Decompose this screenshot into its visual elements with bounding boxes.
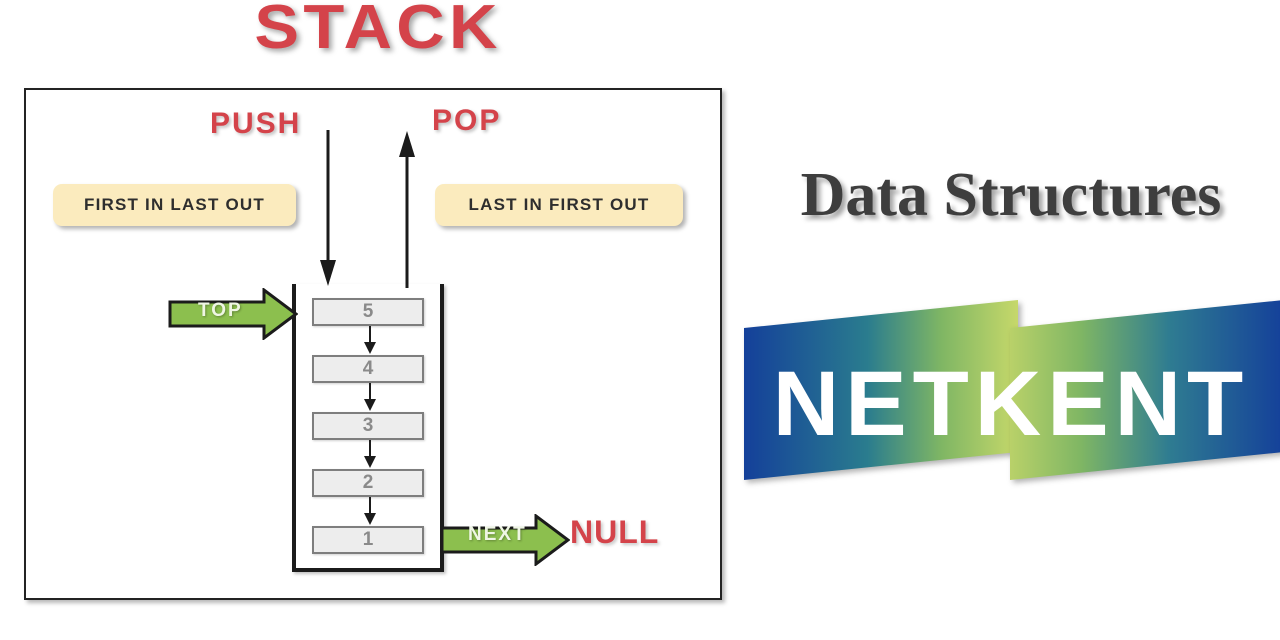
stack-item: 3 [312, 412, 424, 440]
netkent-logo: NETKENT [742, 300, 1280, 510]
stack-connector-arrow-icon [364, 497, 376, 525]
stack-item: 5 [312, 298, 424, 326]
stack-connector-arrow-icon [364, 440, 376, 468]
stack-item: 2 [312, 469, 424, 497]
netkent-logo-left-panel [744, 300, 1018, 480]
netkent-logo-right-panel [1010, 300, 1280, 480]
push-label: PUSH [210, 107, 302, 140]
stack-connector-arrow-icon [364, 326, 376, 354]
page-title: STACK [254, 0, 502, 62]
pop-label: POP [432, 104, 502, 137]
pop-arrow-icon [399, 131, 415, 288]
stack-item: 4 [312, 355, 424, 383]
stack-item: 1 [312, 526, 424, 554]
first-in-last-out-box: FIRST IN LAST OUT [53, 184, 296, 226]
next-pointer-arrow-icon [440, 514, 570, 566]
null-label: NULL [570, 514, 660, 550]
top-pointer-arrow-icon [168, 288, 298, 340]
push-arrow-icon [320, 130, 336, 286]
last-in-first-out-box: LAST IN FIRST OUT [435, 184, 683, 226]
stack-connector-arrow-icon [364, 383, 376, 411]
data-structures-heading: Data Structures [800, 161, 1222, 229]
